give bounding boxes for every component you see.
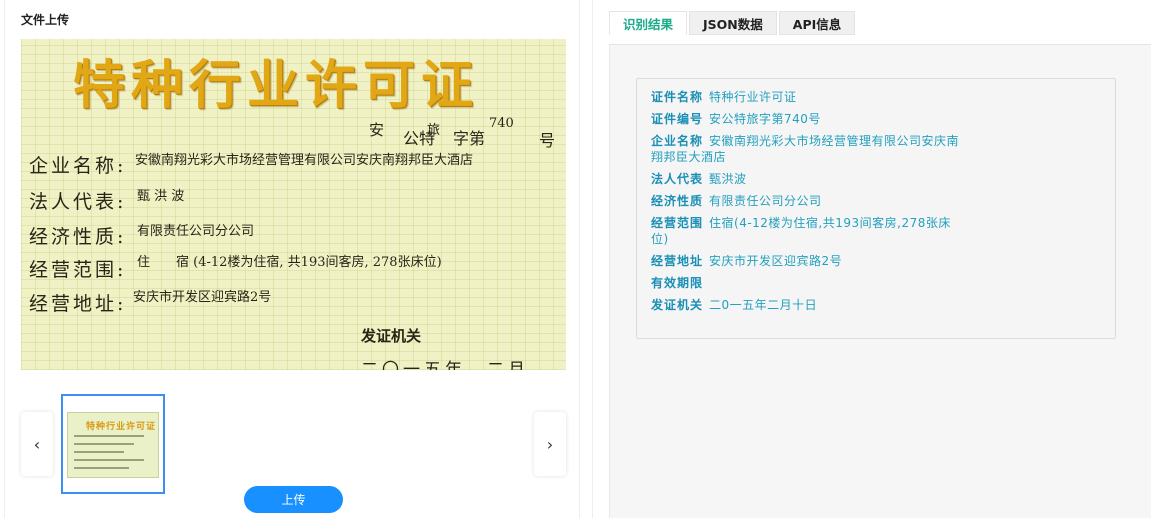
certificate-number-part: 旅 xyxy=(427,123,441,138)
tab-content: 证件名称 特种行业许可证 证件编号 安公特旅字第740号 企业名称 安徽南翔光彩大市场… xyxy=(609,44,1151,518)
certificate-value-scope: 住 宿 (4-12楼为住宿, 共193间客房, 278张床位) xyxy=(137,255,442,270)
upload-panel-title: 文件上传 xyxy=(21,13,70,27)
result-key: 法人代表 xyxy=(651,172,704,186)
carousel-prev-button[interactable]: ‹ xyxy=(21,412,53,476)
certificate-title: 特种行业许可证 xyxy=(73,55,480,116)
certificate-date: 二〇一五年 二月 十 日 xyxy=(361,360,546,370)
result-tabs: 识别结果 JSON数据 API信息 xyxy=(609,11,857,35)
result-row-scope: 经营范围 住宿(4-12楼为住宿,共193间客房,278张床位) xyxy=(651,215,961,247)
result-box: 证件名称 特种行业许可证 证件编号 安公特旅字第740号 企业名称 安徽南翔光彩大市场… xyxy=(636,78,1116,339)
thumbnail-text-line xyxy=(74,467,129,469)
result-row-doc-number: 证件编号 安公特旅字第740号 xyxy=(651,111,961,127)
certificate-issuer: 发证机关 xyxy=(361,327,422,345)
thumbnail-text-line xyxy=(74,435,144,437)
result-panel: 识别结果 JSON数据 API信息 证件名称 特种行业许可证 证件编号 安公特旅字第… xyxy=(592,0,1151,518)
certificate-label-legal-rep: 法人代表: xyxy=(29,191,127,213)
result-key: 经济性质 xyxy=(651,194,704,208)
result-key: 证件编号 xyxy=(651,112,704,126)
certificate-label-nature: 经济性质: xyxy=(29,226,127,248)
result-value: 特种行业许可证 xyxy=(709,90,797,104)
result-row-address: 经营地址 安庆市开发区迎宾路2号 xyxy=(651,253,961,269)
thumbnail-text-line xyxy=(74,459,144,461)
result-key: 有效期限 xyxy=(651,276,704,290)
certificate-number-part: 740 xyxy=(489,116,514,131)
thumbnail-title: 特种行业许可证 xyxy=(86,422,157,432)
certificate-number-part: 字第 xyxy=(453,129,486,148)
certificate-label-address: 经营地址: xyxy=(29,293,127,315)
result-row-issuer: 发证机关 二0一五年二月十日 xyxy=(651,297,961,313)
certificate-number-part: 号 xyxy=(539,131,556,150)
result-row-doc-name: 证件名称 特种行业许可证 xyxy=(651,89,961,105)
result-row-nature: 经济性质 有限责任公司分公司 xyxy=(651,193,961,209)
result-key: 企业名称 xyxy=(651,134,704,148)
upload-button[interactable]: 上传 xyxy=(244,486,343,513)
result-row-validity: 有效期限 xyxy=(651,275,961,291)
certificate-value-nature: 有限责任公司分公司 xyxy=(137,224,255,239)
result-value: 二0一五年二月十日 xyxy=(709,298,818,312)
result-value: 有限责任公司分公司 xyxy=(709,194,822,208)
result-key: 经营地址 xyxy=(651,254,704,268)
thumbnail-carousel: ‹ 特种行业许可证 › xyxy=(21,392,566,494)
certificate-value-legal-rep: 甄 洪 波 xyxy=(137,189,185,204)
tab-recognition-result[interactable]: 识别结果 xyxy=(609,11,688,35)
thumbnail-text-line xyxy=(74,443,134,445)
result-row-legal-rep: 法人代表 甄洪波 xyxy=(651,171,961,187)
certificate-label-scope: 经营范围: xyxy=(29,259,127,281)
result-value: 甄洪波 xyxy=(709,172,747,186)
result-value: 安庆市开发区迎宾路2号 xyxy=(709,254,843,268)
result-key: 证件名称 xyxy=(651,90,704,104)
certificate-value-address: 安庆市开发区迎宾路2号 xyxy=(133,290,272,305)
result-key: 发证机关 xyxy=(651,298,704,312)
result-key: 经营范围 xyxy=(651,216,704,230)
upload-panel: 文件上传 特种行业许可证 安 公特 旅 字第 740 号 企业名称: 安徽南翔光… xyxy=(4,0,580,518)
certificate-value-company: 安徽南翔光彩大市场经营管理有限公司安庆南翔邦臣大酒店 xyxy=(135,153,474,168)
certificate-number-part: 安 xyxy=(369,121,385,139)
result-value: 安公特旅字第740号 xyxy=(709,112,821,126)
carousel-next-button[interactable]: › xyxy=(534,412,566,476)
tab-json-data[interactable]: JSON数据 xyxy=(689,11,777,35)
certificate-label-company: 企业名称: xyxy=(29,155,127,177)
thumbnail-item[interactable]: 特种行业许可证 xyxy=(61,394,165,494)
certificate-preview-image: 特种行业许可证 安 公特 旅 字第 740 号 企业名称: 安徽南翔光彩大市场经… xyxy=(21,39,566,370)
thumbnail-image: 特种行业许可证 xyxy=(67,412,159,478)
thumbnail-text-line xyxy=(74,451,124,453)
result-row-company: 企业名称 安徽南翔光彩大市场经营管理有限公司安庆南翔邦臣大酒店 xyxy=(651,133,961,165)
tab-api-info[interactable]: API信息 xyxy=(778,11,856,35)
